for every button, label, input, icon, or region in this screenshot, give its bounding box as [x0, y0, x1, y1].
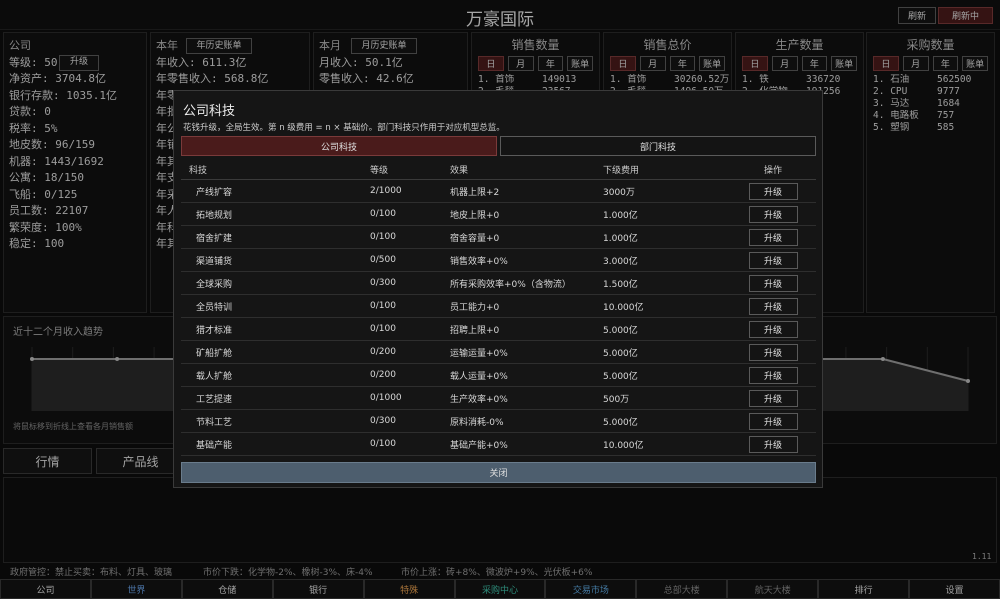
tech-cost: 500万 — [603, 394, 630, 405]
tech-name: 矿船扩舱 — [196, 348, 233, 359]
tech-cost: 5.000亿 — [603, 371, 638, 382]
tech-level: 0/300 — [370, 416, 396, 426]
tech-upgrade-button[interactable]: 升级 — [748, 228, 798, 246]
tech-name: 全球采购 — [196, 279, 233, 290]
tech-effect: 生产效率+0% — [450, 394, 508, 405]
tech-upgrade-button[interactable]: 升级 — [748, 251, 798, 269]
tech-effect: 招聘上限+0 — [450, 325, 500, 336]
tech-effect: 基础产能+0% — [450, 440, 508, 451]
tech-upgrade-button[interactable]: 升级 — [748, 274, 798, 292]
tech-effect: 销售效率+0% — [450, 256, 508, 267]
table-row: 节料工艺 0/300 原料消耗-0% 5.000亿 升级 — [181, 410, 816, 433]
tech-effect: 地皮上限+0 — [450, 210, 500, 221]
table-row: 工艺提速 0/1000 生产效率+0% 500万 升级 — [181, 387, 816, 410]
table-row: 拓地规划 0/100 地皮上限+0 1.000亿 升级 — [181, 203, 816, 226]
tech-level: 0/500 — [370, 255, 396, 265]
tech-modal: 公司科技 花钱升级，全局生效。第 n 级费用 = n × 基础价。部门科技只作用… — [173, 90, 823, 488]
tech-level: 0/100 — [370, 209, 396, 219]
tab-company-tech[interactable]: 公司科技 — [181, 136, 497, 156]
tech-effect: 原料消耗-0% — [450, 417, 504, 428]
col-level: 等级 — [370, 166, 389, 176]
tech-effect: 运输运量+0% — [450, 348, 508, 359]
tech-name: 载人扩舱 — [196, 371, 233, 382]
col-tech: 科技 — [189, 166, 208, 176]
table-row: 产线扩容 2/1000 机器上限+2 3000万 升级 — [181, 180, 816, 203]
tech-name: 全员特训 — [196, 302, 233, 313]
tech-level: 0/100 — [370, 232, 396, 242]
tech-name: 渠道铺货 — [196, 256, 233, 267]
tech-upgrade-button[interactable]: 升级 — [748, 297, 798, 315]
tech-level: 0/100 — [370, 301, 396, 311]
tech-name: 猎才标准 — [196, 325, 233, 336]
col-effect: 效果 — [450, 166, 469, 176]
tech-upgrade-button[interactable]: 升级 — [748, 435, 798, 453]
tech-level: 0/100 — [370, 324, 396, 334]
tech-upgrade-button[interactable]: 升级 — [748, 366, 798, 384]
tech-level: 2/1000 — [370, 186, 402, 196]
tech-cost: 1.000亿 — [603, 233, 638, 244]
modal-description: 花钱升级，全局生效。第 n 级费用 = n × 基础价。部门科技只作用于对应机型… — [183, 123, 505, 133]
tech-effect: 所有采购效率+0%（含物流） — [450, 279, 571, 290]
modal-close-button[interactable]: 关闭 — [181, 462, 816, 483]
tech-cost: 5.000亿 — [603, 348, 638, 359]
tech-table: 科技 等级 效果 下级费用 操作 产线扩容 2/1000 机器上限+2 3000万 升级… — [181, 160, 816, 456]
tech-name: 产线扩容 — [196, 187, 233, 198]
tech-rows: 产线扩容 2/1000 机器上限+2 3000万 升级 拓地规划 0/100 地皮上限+0 1.… — [181, 180, 816, 456]
tech-upgrade-button[interactable]: 升级 — [748, 182, 798, 200]
tech-name: 工艺提速 — [196, 394, 233, 405]
tech-table-header: 科技 等级 效果 下级费用 操作 — [181, 160, 816, 180]
tech-cost: 1.000亿 — [603, 210, 638, 221]
tech-cost: 3000万 — [603, 187, 635, 198]
tech-name: 宿舍扩建 — [196, 233, 233, 244]
tech-level: 0/300 — [370, 278, 396, 288]
table-row: 基础产能 0/100 基础产能+0% 10.000亿 升级 — [181, 433, 816, 456]
tech-cost: 1.500亿 — [603, 279, 638, 290]
tech-cost: 10.000亿 — [603, 440, 644, 451]
tech-effect: 员工能力+0 — [450, 302, 500, 313]
tech-upgrade-button[interactable]: 升级 — [748, 412, 798, 430]
tech-level: 0/100 — [370, 439, 396, 449]
table-row: 载人扩舱 0/200 载人运量+0% 5.000亿 升级 — [181, 364, 816, 387]
tech-upgrade-button[interactable]: 升级 — [748, 343, 798, 361]
tech-name: 拓地规划 — [196, 210, 233, 221]
table-row: 矿船扩舱 0/200 运输运量+0% 5.000亿 升级 — [181, 341, 816, 364]
modal-title: 公司科技 — [183, 104, 236, 119]
table-row: 猎才标准 0/100 招聘上限+0 5.000亿 升级 — [181, 318, 816, 341]
tech-upgrade-button[interactable]: 升级 — [748, 389, 798, 407]
tech-cost: 10.000亿 — [603, 302, 644, 313]
tech-effect: 机器上限+2 — [450, 187, 500, 198]
table-row: 渠道铺货 0/500 销售效率+0% 3.000亿 升级 — [181, 249, 816, 272]
tech-cost: 3.000亿 — [603, 256, 638, 267]
tech-effect: 宿舍容量+0 — [450, 233, 500, 244]
table-row: 全员特训 0/100 员工能力+0 10.000亿 升级 — [181, 295, 816, 318]
col-cost: 下级费用 — [603, 166, 640, 176]
tech-cost: 5.000亿 — [603, 325, 638, 336]
tech-level: 0/200 — [370, 370, 396, 380]
tech-level: 0/1000 — [370, 393, 402, 403]
tech-upgrade-button[interactable]: 升级 — [748, 320, 798, 338]
tech-effect: 载人运量+0% — [450, 371, 508, 382]
tech-name: 节料工艺 — [196, 417, 233, 428]
tab-dept-tech[interactable]: 部门科技 — [500, 136, 816, 156]
tech-upgrade-button[interactable]: 升级 — [748, 205, 798, 223]
tech-cost: 5.000亿 — [603, 417, 638, 428]
table-row: 宿舍扩建 0/100 宿舍容量+0 1.000亿 升级 — [181, 226, 816, 249]
tech-level: 0/200 — [370, 347, 396, 357]
col-action: 操作 — [763, 166, 782, 176]
table-row: 全球采购 0/300 所有采购效率+0%（含物流） 1.500亿 升级 — [181, 272, 816, 295]
tech-name: 基础产能 — [196, 440, 233, 451]
